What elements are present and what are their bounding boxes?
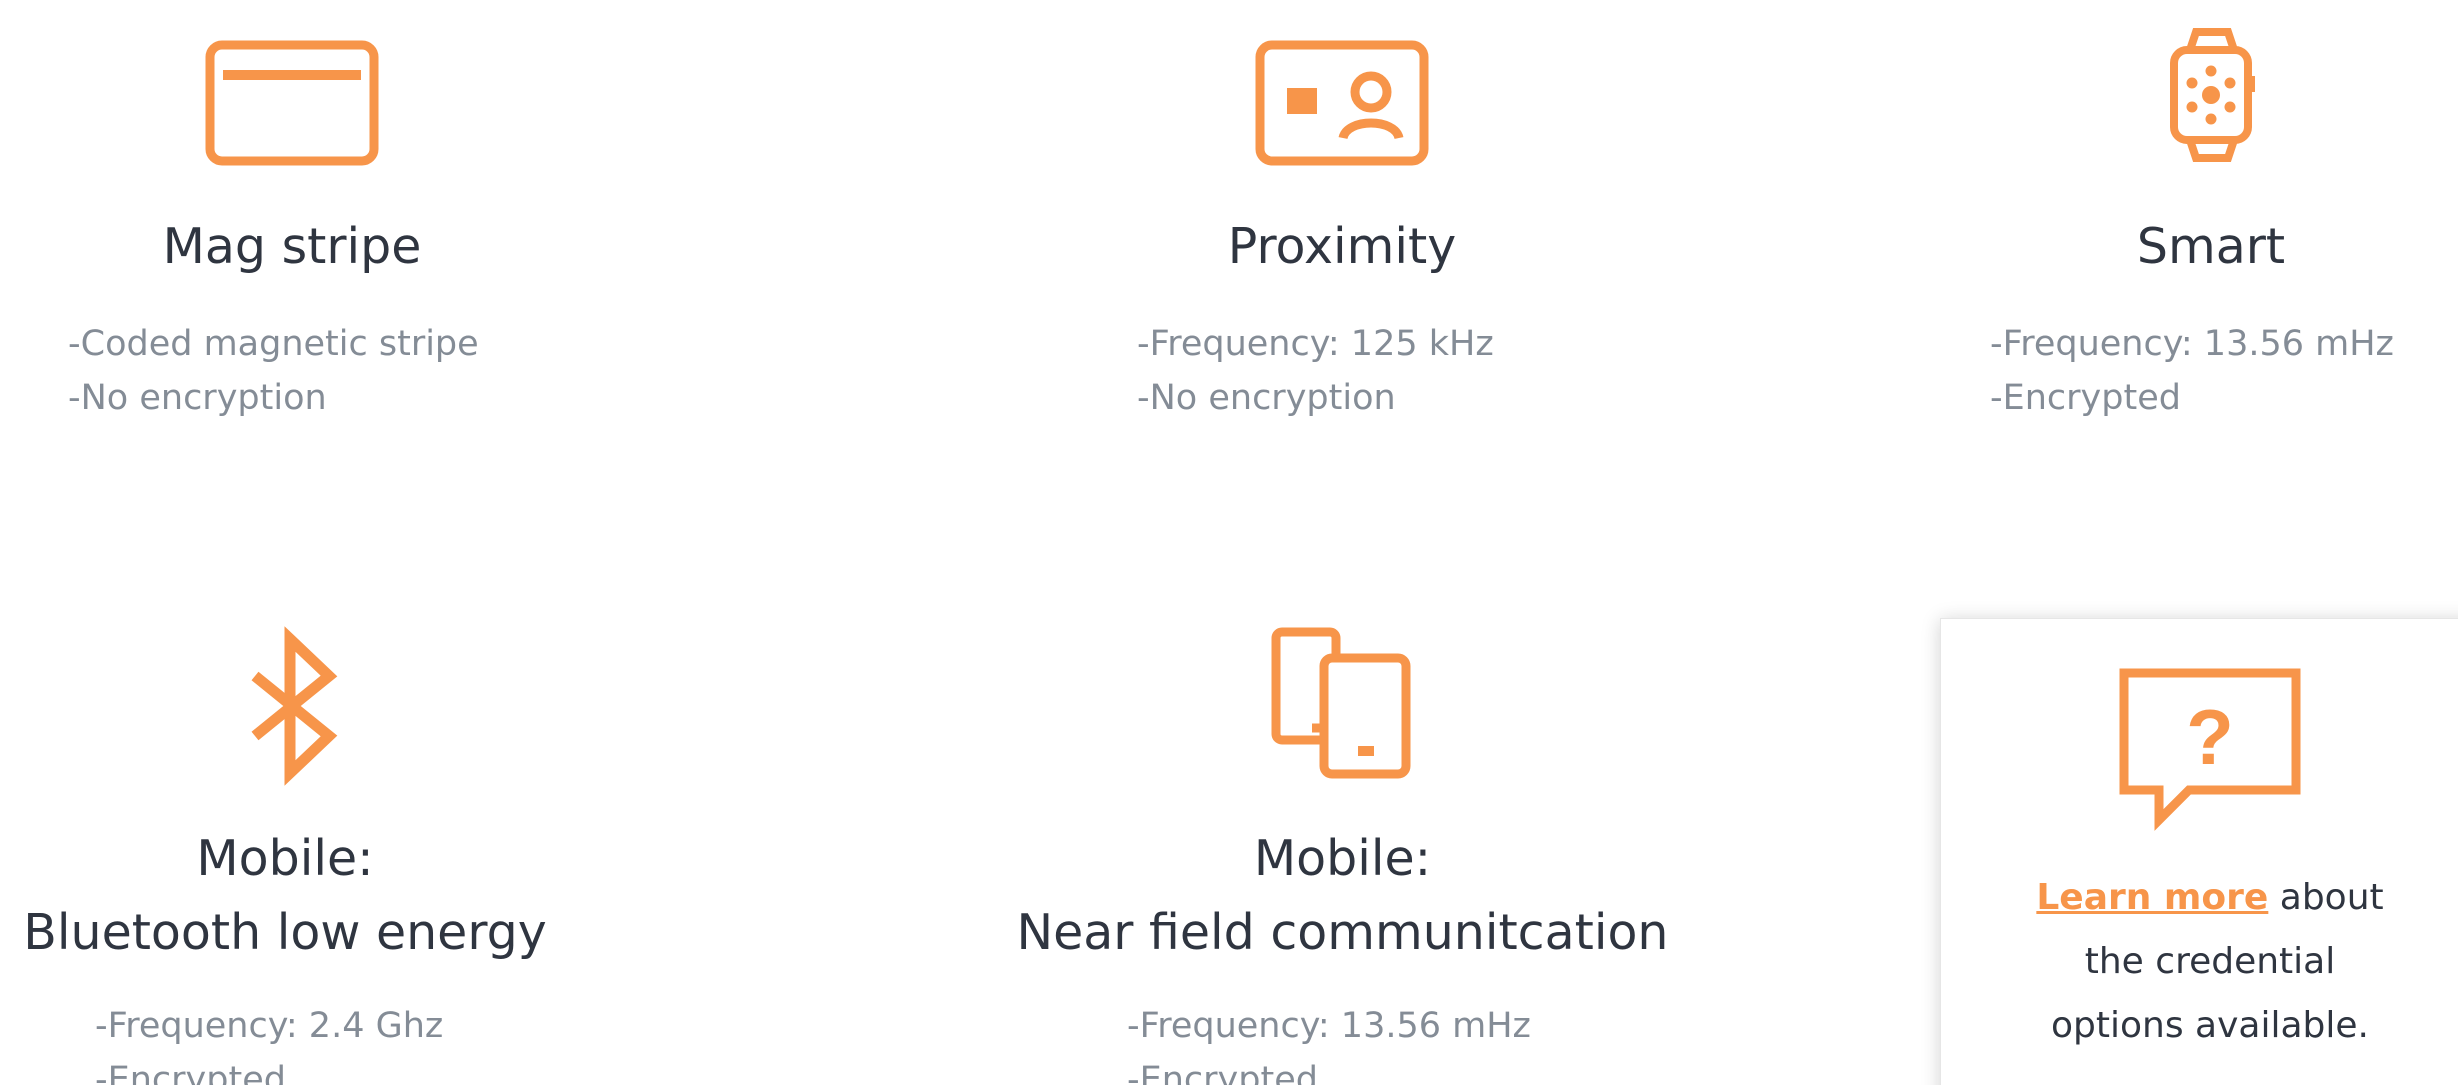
detail-line: -Encrypted [95,1060,286,1085]
smartwatch-icon [2168,28,2258,162]
question-bubble-icon: ? [2119,668,2301,831]
credential-details: -Frequency: 125 kHz -No encryption [1137,317,1494,425]
credential-details: -Coded magnetic stripe -No encryption [68,317,479,425]
credential-title: Smart [2136,218,2286,275]
detail-line: -No encryption [68,378,327,418]
bluetooth-icon [247,626,338,786]
detail-line: -Encrypted [1990,378,2181,418]
credential-title: Mobile: Bluetooth low energy [23,830,547,961]
svg-text:?: ? [2186,693,2234,781]
credential-title: Proximity [1227,218,1457,275]
detail-line: -No encryption [1137,378,1396,418]
credential-options-page: Mag stripe -Coded magnetic stripe -No en… [0,0,2458,1085]
credential-details: -Frequency: 13.56 mHz -Encrypted [1990,317,2394,425]
mobile-devices-icon [1271,627,1414,780]
credential-details: -Frequency: 13.56 mHz -Encrypted [1127,999,1531,1085]
learn-more-text: Learn more about the credential options … [2036,877,2384,1046]
learn-more-link[interactable]: Learn more [2036,877,2268,918]
detail-line: -Encrypted [1127,1060,1318,1085]
detail-line: -Frequency: 125 kHz [1137,324,1494,364]
id-card-icon [1255,40,1429,166]
detail-line: -Frequency: 13.56 mHz [1990,324,2394,364]
detail-line: -Coded magnetic stripe [68,324,479,364]
detail-line: -Frequency: 13.56 mHz [1127,1006,1531,1046]
credential-title: Mobile: Near field communitcation [1016,830,1669,961]
credential-title: Mag stripe [162,218,422,275]
credential-details: -Frequency: 2.4 Ghz -Encrypted [95,999,443,1085]
detail-line: -Frequency: 2.4 Ghz [95,1006,444,1046]
card-icon [205,40,379,166]
